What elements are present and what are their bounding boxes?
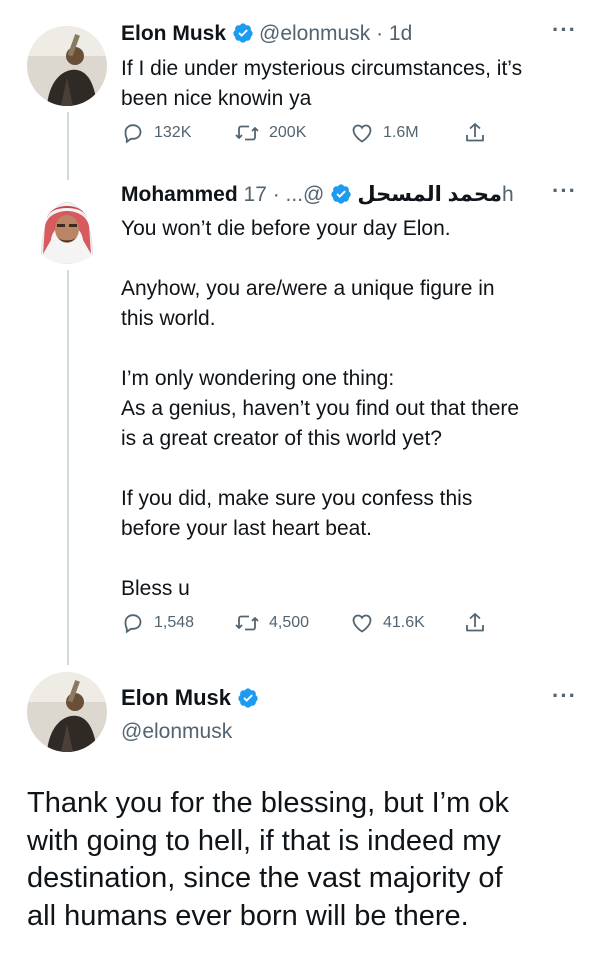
- retweet-count: 4,500: [269, 614, 310, 631]
- tweet3-name-row: Elon Musk: [121, 683, 577, 717]
- tweet3-line: with going to hell, if that is indeed my: [27, 824, 501, 857]
- more-options-icon[interactable]: ···: [552, 15, 577, 45]
- tweet2-line: [121, 334, 576, 364]
- retweet-icon: [235, 125, 259, 141]
- tweet2-line: Anyhow, you are/were a unique figure in: [121, 277, 495, 300]
- share-button[interactable]: [463, 608, 496, 638]
- tweet1-text: If I die under mysterious circumstances,…: [121, 54, 576, 114]
- avatar-elon-2[interactable]: [27, 672, 107, 752]
- tweet2-line: this world.: [121, 307, 216, 330]
- share-button[interactable]: [463, 118, 496, 148]
- tweet1-timestamp[interactable]: · 1d: [376, 22, 412, 45]
- tweet2-line: I’m only wondering one thing:: [121, 367, 395, 390]
- thread-line-upper: [67, 112, 69, 180]
- verified-badge-icon: [330, 183, 352, 214]
- like-button[interactable]: 1.6M: [350, 118, 419, 148]
- tweet1-header: Elon Musk @elonmusk · 1d ···: [121, 17, 577, 49]
- retweet-icon: [235, 615, 259, 631]
- more-options-icon[interactable]: ···: [552, 176, 577, 206]
- tweet2-text: You won’t die before your day Elon. Anyh…: [121, 214, 576, 604]
- tweet2-header: Mohammed محمد المسحل@... · 17h ···: [121, 178, 577, 210]
- tweet3-handle[interactable]: @elonmusk: [121, 717, 577, 747]
- tweet3-text: Thank you for the blessing, but I’m ok w…: [27, 785, 577, 935]
- tweet3-author-name[interactable]: Elon Musk: [121, 685, 231, 710]
- tweet2-line: As a genius, haven’t you find out that t…: [121, 397, 520, 420]
- tweet2-handle[interactable]: @...: [286, 183, 325, 206]
- reply-count: 132K: [154, 124, 192, 141]
- tweet2-line: is a great creator of this world yet?: [121, 427, 442, 450]
- avatar-mohammed[interactable]: [27, 184, 107, 264]
- tweet3-author: Elon Musk @elonmusk ···: [121, 683, 577, 747]
- tweet2-line: [121, 244, 576, 274]
- heart-icon: [352, 124, 372, 143]
- tweet3-line: destination, since the vast majority of: [27, 862, 503, 894]
- tweet1-author-name[interactable]: Elon Musk: [121, 22, 226, 45]
- reply-icon: [124, 124, 142, 144]
- tweet2-actions: 1,548 4,500 41.6K: [121, 608, 501, 638]
- tweet2-line: before your last heart beat.: [121, 517, 372, 540]
- like-button[interactable]: 41.6K: [350, 608, 425, 638]
- retweet-count: 200K: [269, 124, 307, 141]
- tweet2-line: You won’t die before your day Elon.: [121, 217, 451, 240]
- avatar-elon-1[interactable]: [27, 26, 107, 106]
- reply-count: 1,548: [154, 614, 195, 631]
- tweet3-line: all humans ever born will be there.: [27, 899, 469, 932]
- thread-line-lower: [67, 270, 69, 665]
- share-icon: [466, 613, 484, 632]
- verified-badge-icon: [232, 22, 254, 53]
- retweet-button[interactable]: 4,500: [234, 608, 309, 638]
- like-count: 41.6K: [383, 614, 425, 631]
- tweet2-line: [121, 454, 576, 484]
- heart-icon: [352, 614, 372, 633]
- tweet2-line: If you did, make sure you confess this: [121, 487, 473, 510]
- reply-button[interactable]: 132K: [121, 118, 191, 148]
- reply-button[interactable]: 1,548: [121, 608, 194, 638]
- tweet3-line: Thank you for the blessing, but I’m ok: [27, 787, 509, 819]
- tweet2-line: [121, 544, 576, 574]
- tweet1-actions: 132K 200K 1.6M: [121, 118, 501, 148]
- reply-icon: [124, 614, 142, 634]
- tweet1-line: If I die under mysterious circumstances,…: [121, 57, 523, 80]
- tweet1-handle[interactable]: @elonmusk: [259, 22, 370, 45]
- tweet1-line: been nice knowin ya: [121, 87, 312, 110]
- tweet2-line: Bless u: [121, 577, 190, 600]
- share-icon: [466, 123, 484, 142]
- verified-badge-icon: [237, 687, 259, 717]
- more-options-icon[interactable]: ···: [552, 683, 577, 709]
- like-count: 1.6M: [383, 124, 419, 141]
- retweet-button[interactable]: 200K: [234, 118, 306, 148]
